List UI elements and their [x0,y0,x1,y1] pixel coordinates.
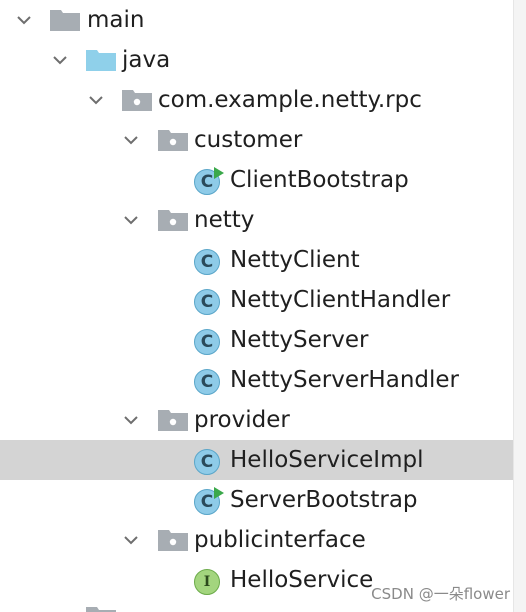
package-icon [122,90,152,111]
tree-row-java[interactable]: java [0,40,513,80]
interface-icon: I [194,569,220,595]
tree-label-netty-server: NettyServer [230,327,369,353]
source-folder-icon [86,50,116,71]
tree-label-netty-client: NettyClient [230,247,360,273]
chevron-down-icon[interactable] [52,52,68,68]
package-icon [158,210,188,231]
class-icon-letter: C [200,452,214,472]
tree-label-server-bootstrap: ServerBootstrap [230,487,418,513]
class-icon: C [194,289,220,315]
tree-label-publicinterface: publicinterface [194,527,366,553]
chevron-down-icon[interactable] [123,532,139,548]
class-icon-letter: C [200,492,214,512]
tree-label-provider: provider [194,407,290,433]
tree-row-client-bootstrap[interactable]: C ClientBootstrap [0,160,513,200]
class-icon-letter: C [200,252,214,272]
vertical-scrollbar[interactable] [513,0,526,612]
chevron-down-icon[interactable] [123,212,139,228]
tree-row-hello-service-impl[interactable]: C HelloServiceImpl [0,440,513,480]
class-icon: C [194,249,220,275]
tree-row-main[interactable]: main [0,0,513,40]
folder-icon [86,607,116,612]
package-icon [158,410,188,431]
tree-row-netty-client-handler[interactable]: C NettyClientHandler [0,280,513,320]
chevron-down-icon[interactable] [88,92,104,108]
tree-label-client-bootstrap: ClientBootstrap [230,167,409,193]
tree-label-customer: customer [194,127,303,153]
class-icon: C [194,167,224,195]
tree-label-netty: netty [194,207,255,233]
folder-icon [50,10,80,31]
tree-label-netty-server-handler: NettyServerHandler [230,367,459,393]
class-icon-letter: C [200,332,214,352]
chevron-down-icon[interactable] [16,12,32,28]
class-icon: C [194,369,220,395]
tree-row-provider[interactable]: provider [0,400,513,440]
interface-icon-letter: I [203,574,211,590]
tree-label-netty-client-handler: NettyClientHandler [230,287,451,313]
run-badge-icon [214,487,224,499]
tree-row-publicinterface[interactable]: publicinterface [0,520,513,560]
tree-row-netty-server[interactable]: C NettyServer [0,320,513,360]
tree-row-server-bootstrap[interactable]: C ServerBootstrap [0,480,513,520]
chevron-down-icon[interactable] [123,132,139,148]
watermark: CSDN @一朵flower [371,585,510,603]
tree-row-netty[interactable]: netty [0,200,513,240]
class-icon: C [194,329,220,355]
project-tree: main java com.example.netty.rpc customer… [0,0,513,612]
tree-label-hello-service-impl: HelloServiceImpl [230,447,424,473]
tree-row-customer[interactable]: customer [0,120,513,160]
tree-row-package[interactable]: com.example.netty.rpc [0,80,513,120]
package-icon [158,530,188,551]
tree-row-netty-client[interactable]: C NettyClient [0,240,513,280]
tree-label-java: java [122,47,171,73]
tree-label-hello-service: HelloService [230,567,374,593]
tree-label-package: com.example.netty.rpc [158,87,422,113]
tree-label-main: main [87,7,145,33]
class-icon-letter: C [200,372,214,392]
class-icon: C [194,487,224,515]
class-icon-letter: C [200,172,214,192]
chevron-down-icon[interactable] [123,412,139,428]
class-icon: C [194,449,220,475]
class-icon-letter: C [200,292,214,312]
package-icon [158,130,188,151]
tree-row-netty-server-handler[interactable]: C NettyServerHandler [0,360,513,400]
run-badge-icon [214,167,224,179]
